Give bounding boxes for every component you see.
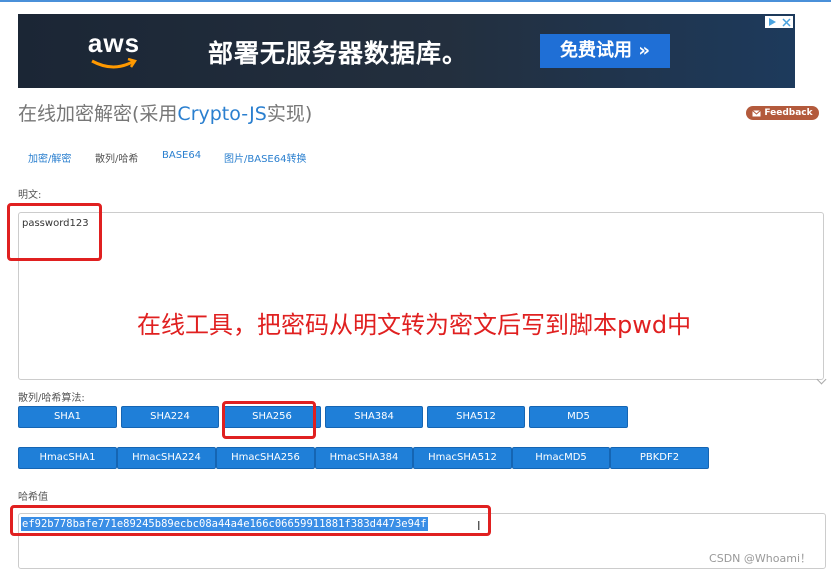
annotation-text: 在线工具，把密码从明文转为密文后写到脚本pwd中 — [137, 311, 692, 339]
ad-info-icon[interactable] — [767, 17, 777, 27]
highlight-hash — [10, 505, 491, 536]
resize-handle[interactable] — [816, 374, 827, 385]
ad-cta-button[interactable]: 免费试用 » — [540, 34, 670, 68]
title-accent: Crypto-JS — [177, 103, 267, 125]
plaintext-label: 明文: — [18, 190, 42, 201]
plaintext-textarea[interactable] — [18, 212, 824, 380]
ad-banner[interactable]: aws 部署无服务器数据库。 免费试用 » — [18, 14, 795, 88]
highlight-plaintext — [7, 203, 102, 261]
close-icon[interactable] — [782, 17, 791, 27]
hmacsha1-button[interactable]: HmacSHA1 — [18, 447, 117, 469]
hmacsha224-button[interactable]: HmacSHA224 — [117, 447, 216, 469]
hmacsha384-button[interactable]: HmacSHA384 — [315, 447, 413, 469]
ad-headline: 部署无服务器数据库。 — [208, 39, 469, 68]
highlight-sha256 — [222, 401, 316, 439]
title-suffix: 实现) — [266, 103, 313, 125]
feedback-button[interactable]: Feedback — [746, 106, 819, 120]
pbkdf2-button[interactable]: PBKDF2 — [610, 447, 709, 469]
tab-hash[interactable]: 散列/哈希 — [95, 150, 138, 165]
sha1-button[interactable]: SHA1 — [18, 406, 117, 428]
aws-logo-text: aws — [87, 28, 141, 58]
aws-smile-icon — [91, 58, 137, 69]
aws-logo: aws — [84, 28, 144, 74]
sha224-button[interactable]: SHA224 — [121, 406, 219, 428]
browser-top-strip — [0, 0, 831, 2]
watermark: CSDN @Whoami！ — [709, 552, 811, 565]
hmacmd5-button[interactable]: HmacMD5 — [512, 447, 610, 469]
page-title: 在线加密解密(采用Crypto-JS实现) — [18, 99, 312, 126]
md5-button[interactable]: MD5 — [529, 406, 628, 428]
title-prefix: 在线加密解密(采用 — [18, 103, 178, 125]
mail-icon — [752, 109, 762, 116]
ad-badge[interactable] — [765, 16, 793, 28]
tab-base64[interactable]: BASE64 — [162, 150, 201, 161]
hmacsha512-button[interactable]: HmacSHA512 — [413, 447, 512, 469]
tab-encrypt-decrypt[interactable]: 加密/解密 — [28, 150, 71, 165]
hmacsha256-button[interactable]: HmacSHA256 — [216, 447, 315, 469]
hash-label: 哈希值 — [18, 492, 48, 503]
algorithm-label: 散列/哈希算法: — [18, 393, 85, 404]
sha512-button[interactable]: SHA512 — [427, 406, 525, 428]
sha384-button[interactable]: SHA384 — [325, 406, 423, 428]
feedback-label: Feedback — [764, 108, 813, 118]
tab-image-base64[interactable]: 图片/BASE64转换 — [224, 150, 306, 165]
